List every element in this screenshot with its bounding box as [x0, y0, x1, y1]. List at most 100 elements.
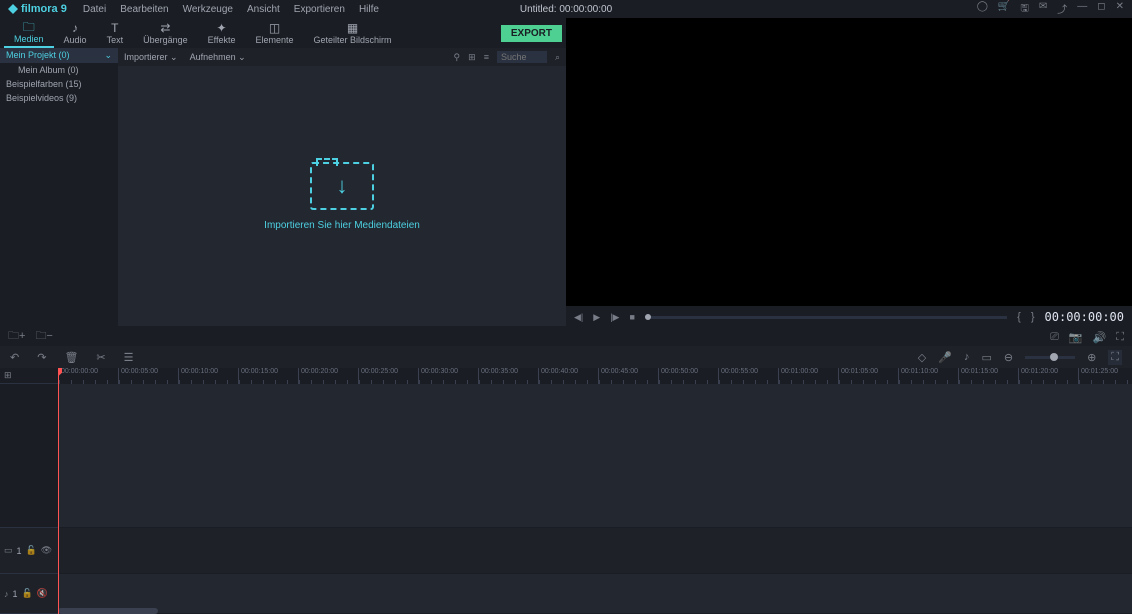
effects-icon: ✦ [217, 22, 227, 34]
ruler-tick: 00:00:40:00 [538, 368, 598, 384]
menu-ansicht[interactable]: Ansicht [247, 4, 280, 15]
zoom-out-icon[interactable]: ⊖ [1004, 351, 1013, 364]
menu-bearbeiten[interactable]: Bearbeiten [120, 4, 168, 15]
preview-time: 00:00:00:00 [1045, 310, 1124, 324]
mark-in-icon[interactable]: { [1017, 311, 1021, 323]
preview-progress-slider[interactable] [645, 316, 1007, 319]
folder-mein-album[interactable]: Mein Album (0) [0, 63, 118, 77]
tab-audio[interactable]: ♪Audio [54, 18, 97, 48]
new-folder-icon[interactable]: 🗀+ [8, 327, 25, 346]
chevron-down-icon: ⌄ [104, 50, 112, 61]
folder-beispielfarben[interactable]: Beispielfarben (15) [0, 77, 118, 91]
video-track-number: 1 [17, 546, 22, 556]
mute-icon[interactable]: 🔇 [37, 588, 48, 599]
folder-mein-projekt[interactable]: Mein Projekt (0)⌄ [0, 48, 118, 63]
zoom-fit-icon[interactable]: ⛶ [1108, 350, 1122, 365]
save-icon[interactable]: 🖫 [1020, 1, 1029, 18]
ruler-tick: 00:00:45:00 [598, 368, 658, 384]
delete-icon[interactable]: 🗑 [64, 351, 78, 364]
media-dropzone[interactable]: ↓ Importieren Sie hier Mediendateien [118, 66, 566, 326]
zoom-slider[interactable] [1025, 356, 1075, 359]
next-frame-icon[interactable]: |▶ [610, 312, 619, 323]
folder-beispielvideos[interactable]: Beispielvideos (9) [0, 91, 118, 105]
fullscreen-icon[interactable]: ⛶ [1116, 331, 1124, 344]
video-track-1[interactable] [58, 528, 1132, 574]
tab-text[interactable]: TText [97, 18, 134, 48]
audio-icon: ♪ [72, 22, 78, 34]
upload-icon[interactable]: ⤴ [1057, 1, 1067, 18]
close-icon[interactable]: ✕ [1116, 1, 1124, 18]
tab-effekte[interactable]: ✦Effekte [198, 18, 246, 48]
tab-uebergaenge[interactable]: ⇄Übergänge [133, 18, 198, 48]
play-icon[interactable]: ▶ [593, 312, 600, 323]
stop-icon[interactable]: ■ [629, 312, 634, 323]
lock-icon[interactable]: 🔓 [22, 588, 33, 599]
chevron-down-icon: ⌄ [238, 52, 246, 62]
menu-exportieren[interactable]: Exportieren [294, 4, 345, 15]
minimize-icon[interactable]: — [1077, 1, 1087, 18]
ruler-tick: 00:00:05:00 [118, 368, 178, 384]
video-track-icon: ▭ [4, 545, 13, 556]
chevron-down-icon: ⌄ [170, 52, 178, 62]
sort-icon[interactable]: ≡ [484, 52, 489, 62]
preview-panel: ◀| ▶ |▶ ■ { } 00:00:00:00 ⎚ 📷 🔊 ⛶ [566, 18, 1132, 346]
delete-folder-icon[interactable]: 🗀− [35, 327, 52, 346]
undo-icon[interactable]: ↶ [10, 351, 19, 364]
horizontal-scrollbar[interactable] [58, 608, 158, 614]
menu-datei[interactable]: Datei [83, 4, 106, 15]
timeline-empty-area[interactable] [58, 384, 1132, 528]
lock-icon[interactable]: 🔓 [26, 545, 37, 556]
export-button[interactable]: EXPORT [501, 25, 562, 42]
download-arrow-icon: ↓ [337, 173, 348, 199]
maximize-icon[interactable]: ◻ [1097, 1, 1105, 18]
audio-track-number: 1 [13, 589, 18, 599]
timeline-ruler[interactable]: 00:00:00:0000:00:05:0000:00:10:0000:00:1… [58, 368, 1132, 384]
filter-icon[interactable]: ⚲ [454, 52, 461, 63]
grid-view-icon[interactable]: ⊞ [468, 52, 476, 63]
redo-icon[interactable]: ↷ [37, 351, 46, 364]
importer-dropdown[interactable]: Importierer ⌄ [124, 52, 178, 63]
audio-track-1[interactable] [58, 574, 1132, 614]
marker-icon[interactable]: ◇ [918, 351, 926, 364]
preview-video-area[interactable] [566, 18, 1132, 306]
edit-icon[interactable]: ☰ [124, 351, 134, 364]
ruler-tick: 00:01:05:00 [838, 368, 898, 384]
audio-track-header[interactable]: ♪ 1 🔓 🔇 [0, 574, 58, 614]
ruler-tick: 00:00:25:00 [358, 368, 418, 384]
tab-medien[interactable]: 🗀Medien [4, 18, 54, 48]
text-icon: T [111, 22, 118, 34]
cart-icon[interactable]: 🛒 [998, 1, 1010, 18]
ruler-tick: 00:00:20:00 [298, 368, 358, 384]
tab-split-screen[interactable]: ▦Geteilter Bildschirm [304, 18, 402, 48]
document-title: Untitled: 00:00:00:00 [520, 4, 612, 15]
mic-icon[interactable]: 🎤 [938, 351, 952, 364]
ruler-tick: 00:01:10:00 [898, 368, 958, 384]
tab-elemente[interactable]: ◫Elemente [245, 18, 303, 48]
search-input[interactable] [497, 51, 547, 63]
mark-out-icon[interactable]: } [1031, 311, 1035, 323]
prev-frame-icon[interactable]: ◀| [574, 312, 583, 323]
snapshot-icon[interactable]: 📷 [1069, 331, 1083, 344]
track-add-icon[interactable]: ⊞ [4, 370, 12, 381]
folder-icon: 🗀 [23, 21, 35, 33]
eye-icon[interactable]: 👁 [41, 545, 52, 556]
menu-werkzeuge[interactable]: Werkzeuge [183, 4, 233, 15]
record-dropdown[interactable]: Aufnehmen ⌄ [190, 52, 246, 63]
transition-icon: ⇄ [160, 22, 170, 34]
ruler-tick: 00:00:30:00 [418, 368, 478, 384]
zoom-in-icon[interactable]: ⊕ [1087, 351, 1096, 364]
video-track-header[interactable]: ▭ 1 🔓 👁 [0, 528, 58, 574]
dropzone-folder-icon: ↓ [310, 162, 374, 210]
ruler-tick: 00:00:00:00 [58, 368, 118, 384]
screen-icon[interactable]: ⎚ [1050, 331, 1059, 344]
account-icon[interactable]: ◯ [977, 1, 988, 18]
cut-icon[interactable]: ✂ [96, 351, 105, 364]
mixer-icon[interactable]: ♪ [964, 351, 970, 363]
playhead[interactable] [58, 368, 59, 614]
mail-icon[interactable]: ✉ [1039, 1, 1047, 18]
render-icon[interactable]: ▭ [981, 351, 991, 364]
search-icon[interactable]: ⌕ [555, 52, 560, 63]
volume-icon[interactable]: 🔊 [1093, 331, 1107, 344]
menu-hilfe[interactable]: Hilfe [359, 4, 379, 15]
ruler-tick: 00:00:50:00 [658, 368, 718, 384]
